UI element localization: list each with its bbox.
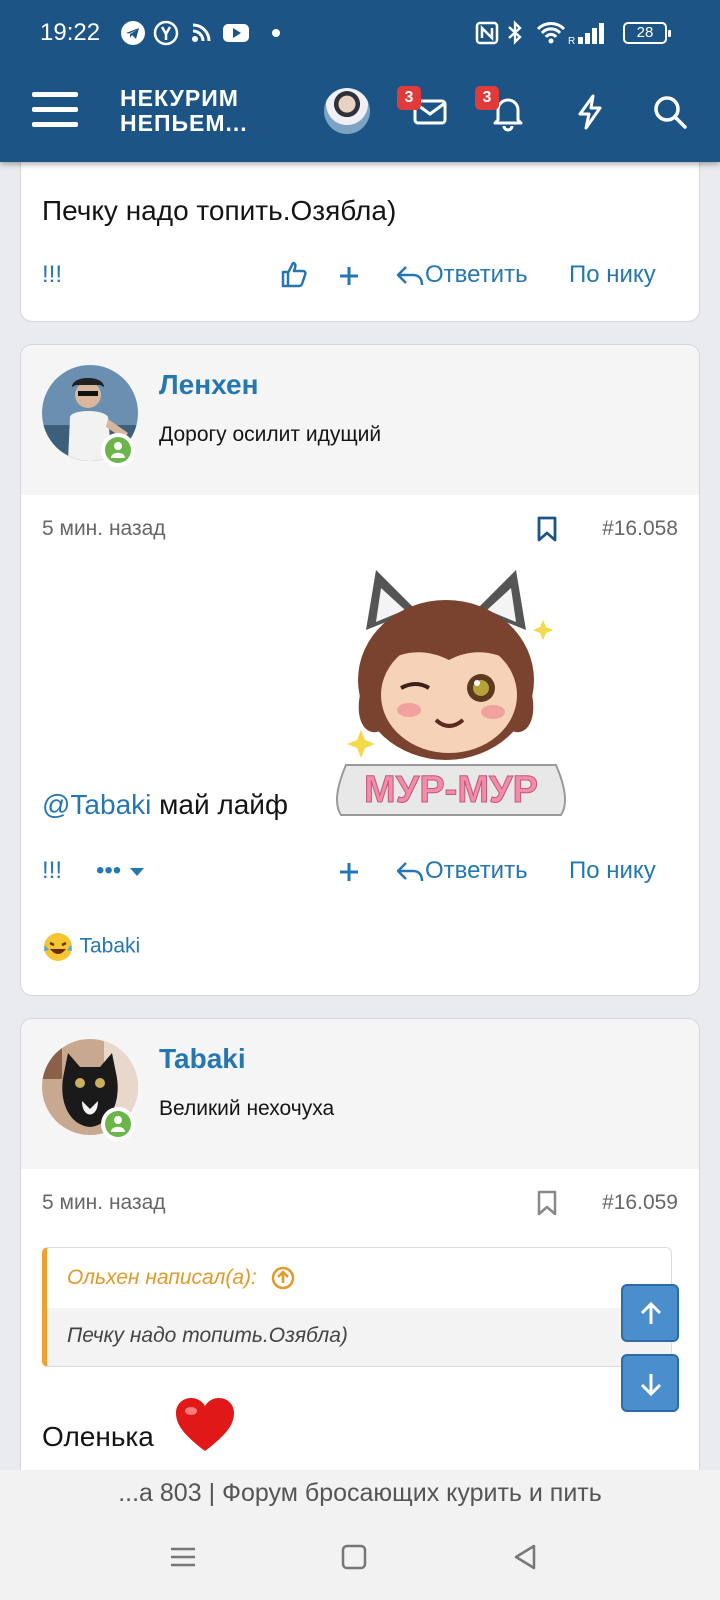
arrow-up-icon xyxy=(640,1301,662,1324)
scroll-up-button[interactable] xyxy=(621,1284,679,1342)
status-time: 19:22 xyxy=(40,19,101,46)
user-avatar[interactable] xyxy=(324,88,370,134)
post-card: Tabaki Великий нехочуха 5 мин. назад #16… xyxy=(20,1018,700,1470)
sticker-caption: МУР-МУР xyxy=(364,769,538,811)
yandex-icon xyxy=(153,20,179,46)
logo-line-1: НЕКУРИМ xyxy=(120,85,239,111)
post-number[interactable]: #16.058 xyxy=(602,517,678,541)
reply-button[interactable]: Ответить xyxy=(395,261,528,289)
username[interactable]: Ленхен xyxy=(159,369,259,401)
youtube-icon xyxy=(223,24,249,42)
plus-icon[interactable] xyxy=(338,861,360,883)
post-user-block: Ленхен Дорогу осилит идущий xyxy=(21,345,699,495)
by-nick-button[interactable]: По нику xyxy=(569,261,656,289)
post-actions: !!! Ответить По нику xyxy=(42,261,678,301)
online-indicator xyxy=(101,433,135,467)
reply-label: Ответить xyxy=(425,261,528,288)
post-time[interactable]: 5 мин. назад xyxy=(42,1191,166,1215)
plus-icon[interactable] xyxy=(338,265,360,287)
quote-text: Печку надо топить.Озябла) xyxy=(47,1308,671,1366)
rss-icon xyxy=(192,23,211,42)
back-icon[interactable] xyxy=(508,1540,542,1574)
browser-url-bar[interactable]: ...а 803 | Форум бросающих курить и пить xyxy=(0,1470,720,1516)
post-text-body: май лайф xyxy=(159,789,288,820)
alerts-badge: 3 xyxy=(475,86,499,110)
marks-button[interactable]: !!! xyxy=(42,261,62,289)
dot-icon xyxy=(272,29,280,37)
bluetooth-icon xyxy=(508,20,522,45)
telegram-icon xyxy=(121,21,145,45)
post-actions: !!! ••• Ответить По нику xyxy=(42,857,678,897)
user-title: Дорогу осилит идущий xyxy=(159,423,382,446)
heart-emoji-icon xyxy=(176,1398,234,1451)
post-text: @Tabaki май лайф xyxy=(42,789,288,821)
scroll-down-button[interactable] xyxy=(621,1354,679,1412)
logo-line-2: НЕПЬЕМ... xyxy=(120,110,248,136)
more-label: ••• xyxy=(96,857,122,884)
lightning-icon[interactable] xyxy=(570,92,610,132)
quote-block: Ольхен написал(а): Печку надо топить.Озя… xyxy=(42,1247,672,1367)
marks-button[interactable]: !!! xyxy=(42,857,62,885)
user-title: Великий нехочуха xyxy=(159,1097,335,1120)
menu-icon[interactable] xyxy=(32,92,78,132)
post-text-body: Оленька xyxy=(42,1421,154,1452)
more-menu-button[interactable]: ••• xyxy=(96,857,146,885)
status-bar: 19:22 R 28 xyxy=(0,0,720,66)
reply-button[interactable]: Ответить xyxy=(395,857,528,885)
reaction-user: Tabaki xyxy=(79,934,141,958)
system-nav-bar xyxy=(0,1516,720,1600)
post-text: Печку надо топить.Озябла) xyxy=(42,195,397,226)
arrow-down-icon xyxy=(640,1374,662,1397)
site-header: НЕКУРИМ НЕПЬЕМ... 3 3 xyxy=(0,66,720,162)
nfc-icon xyxy=(475,21,499,45)
bookmark-icon[interactable] xyxy=(535,1189,559,1217)
reply-icon xyxy=(396,265,424,285)
search-icon[interactable] xyxy=(650,92,690,132)
messages-badge: 3 xyxy=(397,86,421,110)
arrow-up-circle-icon[interactable] xyxy=(271,1266,295,1290)
username[interactable]: Tabaki xyxy=(159,1043,246,1075)
online-indicator xyxy=(101,1107,135,1141)
like-icon[interactable] xyxy=(280,259,308,289)
svg-text:R: R xyxy=(568,36,575,46)
post-card: Печку надо топить.Озябла) !!! Ответить П… xyxy=(20,162,700,322)
wifi-icon xyxy=(536,22,566,44)
post-text: Оленька xyxy=(42,1398,234,1453)
post-card: Ленхен Дорогу осилит идущий 5 мин. назад… xyxy=(20,344,700,996)
site-logo[interactable]: НЕКУРИМ НЕПЬЕМ... xyxy=(120,86,248,136)
chevron-down-icon xyxy=(129,867,144,876)
reply-icon xyxy=(396,861,424,881)
sticker-image: МУР-МУР xyxy=(336,570,566,816)
battery-indicator: 28 xyxy=(623,22,671,44)
post-time[interactable]: 5 мин. назад xyxy=(42,517,166,541)
thread-content[interactable]: Печку надо топить.Озябла) !!! Ответить П… xyxy=(0,162,720,1470)
mention-link[interactable]: @Tabaki xyxy=(42,789,151,820)
laughing-emoji-icon xyxy=(44,933,72,961)
quote-author[interactable]: Ольхен написал(а): xyxy=(67,1266,257,1289)
reaction-summary[interactable]: Tabaki xyxy=(42,931,140,963)
top-bar: 19:22 R 28 НЕКУРИМ НЕПЬЕМ... 3 3 xyxy=(0,0,720,162)
by-nick-button[interactable]: По нику xyxy=(569,857,656,885)
post-number[interactable]: #16.059 xyxy=(602,1191,678,1215)
home-icon[interactable] xyxy=(337,1540,371,1574)
recent-apps-icon[interactable] xyxy=(166,1540,200,1574)
signal-icon: R xyxy=(568,23,604,46)
reply-label: Ответить xyxy=(425,857,528,884)
post-user-block: Tabaki Великий нехочуха xyxy=(21,1019,699,1169)
quote-header: Ольхен написал(а): xyxy=(47,1248,671,1308)
bookmark-icon[interactable] xyxy=(535,515,559,543)
